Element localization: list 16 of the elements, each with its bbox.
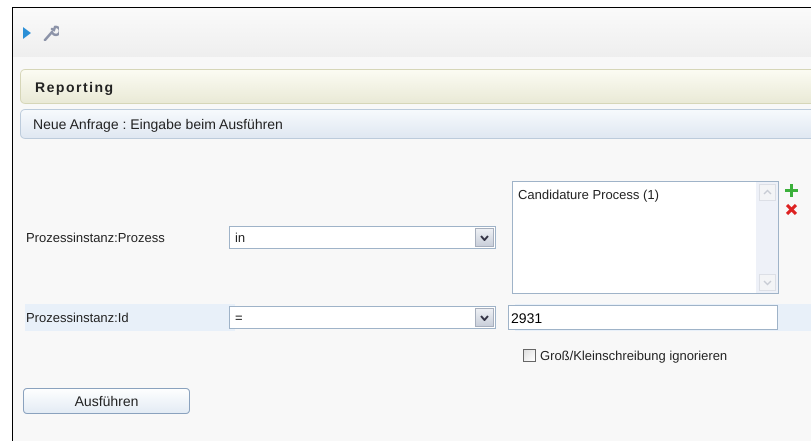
checkbox-label: Groß/Kleinschreibung ignorieren	[540, 348, 728, 363]
add-icon[interactable]	[785, 184, 798, 197]
play-icon[interactable]	[23, 26, 31, 38]
field-label: Prozessinstanz:Id	[25, 310, 130, 325]
field-label: Prozessinstanz:Prozess	[25, 230, 166, 245]
checkbox[interactable]	[523, 349, 536, 362]
operator-dropdown[interactable]: =	[229, 306, 496, 329]
operator-dropdown[interactable]: in	[229, 226, 496, 249]
run-button[interactable]: Ausführen	[23, 388, 190, 414]
panel-title: Reporting	[34, 78, 115, 94]
list-item[interactable]: Candidature Process (1)	[518, 187, 751, 202]
value-input[interactable]: 2931	[508, 305, 778, 330]
wrench-icon[interactable]	[43, 24, 59, 40]
query-title: Neue Anfrage : Eingabe beim Ausführen	[32, 116, 283, 132]
delete-icon[interactable]	[785, 203, 798, 216]
value-listbox[interactable]: Candidature Process (1)	[512, 181, 779, 294]
